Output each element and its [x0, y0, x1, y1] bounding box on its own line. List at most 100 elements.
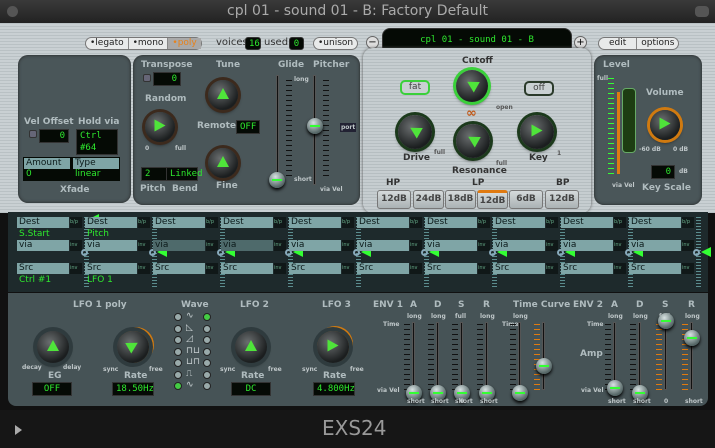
mod-src-invert-toggle[interactable]: inv [614, 263, 626, 274]
lfo2-rate-knob[interactable] [235, 331, 267, 363]
mod-src-invert-toggle[interactable]: inv [342, 263, 354, 274]
mod-dest-menu[interactable]: Dest [561, 217, 613, 228]
key-follow-knob[interactable] [520, 115, 554, 149]
port-button[interactable]: port [340, 123, 357, 132]
lfo1-wave-radio[interactable] [174, 336, 182, 344]
mod-src-invert-toggle[interactable]: inv [70, 263, 82, 274]
options-button[interactable]: options [637, 38, 678, 49]
mod-bipolar-toggle[interactable]: b/p [614, 217, 626, 228]
lfo3-rate-field[interactable]: 4.800Hz [313, 382, 355, 396]
pitch-bend-up-field[interactable]: 2 [141, 167, 169, 181]
lfo1-wave-radio[interactable] [174, 324, 182, 333]
fat-button[interactable]: fat [400, 80, 430, 95]
mod-src-invert-toggle[interactable]: inv [478, 263, 490, 274]
pitcher-slider[interactable] [307, 118, 323, 134]
mod-bipolar-toggle[interactable]: b/p [410, 217, 422, 228]
mod-src-menu[interactable]: Src [289, 263, 341, 274]
mod-dest-menu[interactable]: Dest [153, 217, 205, 228]
lfo2-rate-field[interactable]: DC [231, 382, 271, 396]
lfo1-wave-radio[interactable] [174, 313, 182, 321]
lfo2-wave-radio[interactable] [203, 370, 211, 379]
lfo1-wave-radio[interactable] [174, 370, 182, 379]
key-scale-field[interactable]: 0 [651, 165, 675, 179]
lfo1-eg-knob[interactable] [37, 331, 69, 363]
mod-src-menu[interactable]: Src [221, 263, 273, 274]
mod-src-invert-toggle[interactable]: inv [274, 263, 286, 274]
drive-knob[interactable] [398, 115, 432, 149]
edit-button[interactable]: edit [599, 38, 638, 49]
filter-slope-button-3[interactable]: 12dB [477, 190, 508, 209]
fine-knob[interactable] [208, 148, 238, 178]
mod-dest-menu[interactable]: Dest [85, 217, 137, 228]
mod-bipolar-toggle[interactable]: b/p [478, 217, 490, 228]
mono-button[interactable]: •mono [129, 38, 169, 49]
mod-via-menu[interactable]: via [153, 240, 205, 251]
mod-src-invert-toggle[interactable]: inv [546, 263, 558, 274]
mod-via-invert-toggle[interactable]: inv [342, 240, 354, 251]
cutoff-knob[interactable] [456, 70, 488, 102]
lfo2-wave-radio[interactable] [203, 324, 211, 333]
mod-dest-value[interactable]: S.Start [19, 229, 50, 239]
mod-bipolar-toggle[interactable]: b/p [138, 217, 150, 228]
preset-display[interactable]: cpl 01 - sound 01 - B [382, 28, 572, 50]
mod-via-invert-toggle[interactable]: inv [274, 240, 286, 251]
filter-slope-button-1[interactable]: 24dB [413, 190, 444, 209]
mod-bipolar-toggle[interactable]: b/p [70, 217, 82, 228]
mod-via-menu[interactable]: via [425, 240, 477, 251]
vel-offset-field[interactable]: 0 [39, 129, 69, 143]
mod-dest-menu[interactable]: Dest [629, 217, 681, 228]
envelope-slider[interactable] [512, 385, 528, 401]
lfo1-wave-radio[interactable] [174, 359, 182, 367]
mod-dest-menu[interactable]: Dest [493, 217, 545, 228]
mod-dest-menu[interactable]: Dest [425, 217, 477, 228]
filter-slope-button-2[interactable]: 18dB [445, 190, 476, 209]
mod-src-value[interactable]: LFO 1 [87, 275, 113, 285]
mod-via-menu[interactable]: via [85, 240, 137, 251]
envelope-slider[interactable] [536, 358, 552, 374]
lfo2-wave-radio[interactable] [203, 336, 211, 344]
mod-via-invert-toggle[interactable]: inv [478, 240, 490, 251]
filter-link-icon[interactable]: ∞ [466, 106, 477, 121]
glide-slider[interactable] [269, 172, 285, 188]
filter-off-button[interactable]: off [524, 81, 554, 96]
lfo1-wave-radio[interactable] [174, 382, 182, 390]
mod-src-menu[interactable]: Src [425, 263, 477, 274]
mod-bipolar-toggle[interactable]: b/p [206, 217, 218, 228]
vel-offset-toggle[interactable] [29, 130, 37, 138]
envelope-slider[interactable] [607, 380, 623, 396]
lfo3-rate-knob[interactable] [317, 331, 349, 363]
mod-src-value[interactable]: Ctrl #1 [19, 275, 51, 285]
mod-via-invert-toggle[interactable]: inv [546, 240, 558, 251]
mod-via-menu[interactable]: via [561, 240, 613, 251]
type-value[interactable]: linear [75, 169, 100, 179]
mod-via-invert-toggle[interactable]: inv [206, 240, 218, 251]
disclosure-triangle-icon[interactable] [15, 425, 22, 435]
mod-src-menu[interactable]: Src [357, 263, 409, 274]
mod-amount-handle[interactable] [693, 249, 700, 256]
mod-via-invert-toggle[interactable]: inv [682, 240, 694, 251]
volume-knob[interactable] [650, 110, 680, 140]
tune-knob[interactable] [208, 80, 238, 110]
mod-dest-value[interactable]: Pitch [87, 229, 109, 239]
mod-via-invert-toggle[interactable]: inv [138, 240, 150, 251]
window-zoom-button[interactable] [695, 6, 709, 17]
lfo2-wave-radio[interactable] [203, 347, 211, 356]
mod-dest-menu[interactable]: Dest [17, 217, 69, 228]
envelope-slider[interactable] [658, 313, 674, 329]
resonance-knob[interactable] [456, 124, 490, 158]
lfo2-wave-radio[interactable] [203, 313, 211, 321]
mod-src-menu[interactable]: Src [17, 263, 69, 274]
lfo1-wave-radio[interactable] [174, 347, 182, 356]
mod-src-invert-toggle[interactable]: inv [206, 263, 218, 274]
mod-dest-menu[interactable]: Dest [221, 217, 273, 228]
lfo2-wave-radio[interactable] [203, 359, 211, 367]
lfo2-wave-radio[interactable] [203, 382, 211, 390]
mod-src-menu[interactable]: Src [561, 263, 613, 274]
lfo1-rate-knob[interactable] [117, 331, 149, 363]
voice-mode-selector[interactable]: •legato •mono •poly [85, 37, 202, 50]
random-knob[interactable] [145, 112, 175, 142]
remote-field[interactable]: OFF [236, 120, 260, 134]
pitch-bend-down-field[interactable]: Linked [166, 167, 203, 181]
mod-src-invert-toggle[interactable]: inv [138, 263, 150, 274]
amount-value[interactable]: 0 [26, 169, 32, 179]
